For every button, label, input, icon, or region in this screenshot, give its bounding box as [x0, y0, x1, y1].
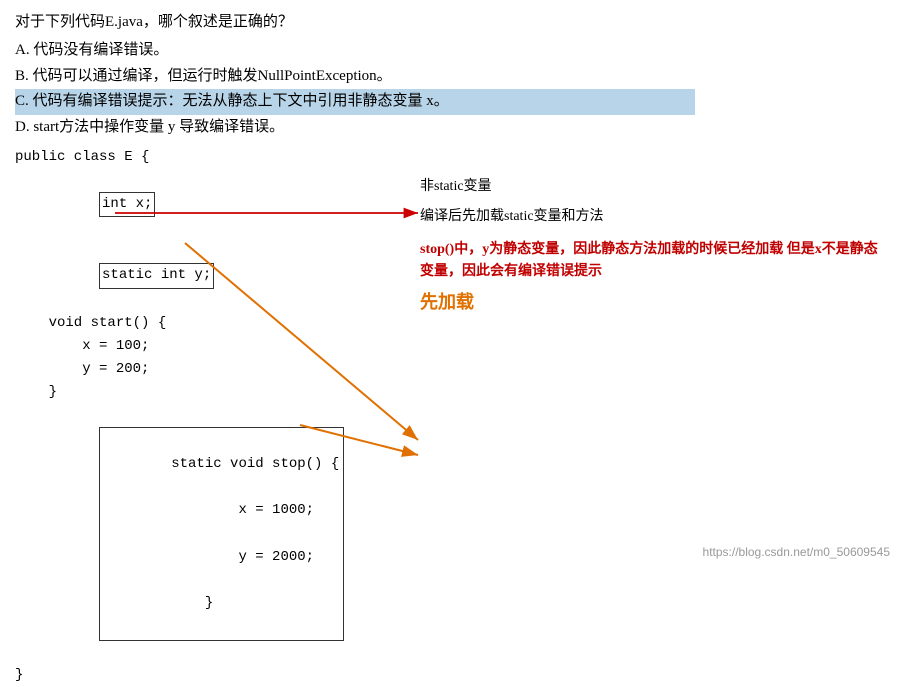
code-line-1: public class E {	[15, 146, 885, 169]
code-line-stop-start: static void stop() { x = 1000; y = 2000;…	[15, 404, 885, 664]
ann-stop-desc: stop()中，y为静态变量，因此静态方法加载的时候已经加载 但是x不是静态变量…	[420, 239, 880, 284]
watermark: https://blog.csdn.net/m0_50609545	[703, 545, 890, 559]
option-c-text: C. 代码有编译错误提示：无法从静态上下文中引用非静态变量 x。	[15, 89, 695, 115]
ann-preload-text: 先加载	[420, 292, 474, 312]
code-box-stop: static void stop() { x = 1000; y = 2000;…	[99, 427, 344, 641]
ann-preload-block: 先加载	[420, 287, 880, 318]
option-a: A. 代码没有编译错误。	[15, 38, 885, 64]
code-line-6: y = 200;	[15, 358, 885, 381]
ann-non-static: 非static变量	[420, 175, 880, 199]
code-line-7: }	[15, 381, 885, 404]
option-b: B. 代码可以通过编译，但运行时触发NullPointException。	[15, 64, 885, 90]
option-c: C. 代码有编译错误提示：无法从静态上下文中引用非静态变量 x。	[15, 89, 885, 115]
option-d: D. start方法中操作变量 y 导致编译错误。	[15, 115, 885, 141]
code-box-y: static int y;	[99, 263, 214, 288]
annotations-block: 非static变量 编译后先加载static变量和方法 stop()中，y为静态…	[420, 175, 880, 318]
code-box-x: int x;	[99, 192, 155, 217]
code-line-12: }	[15, 664, 885, 687]
ann-compile-static: 编译后先加载static变量和方法	[420, 205, 880, 229]
question-text: 对于下列代码E.java，哪个叙述是正确的？	[15, 10, 885, 34]
code-line-5: x = 100;	[15, 335, 885, 358]
